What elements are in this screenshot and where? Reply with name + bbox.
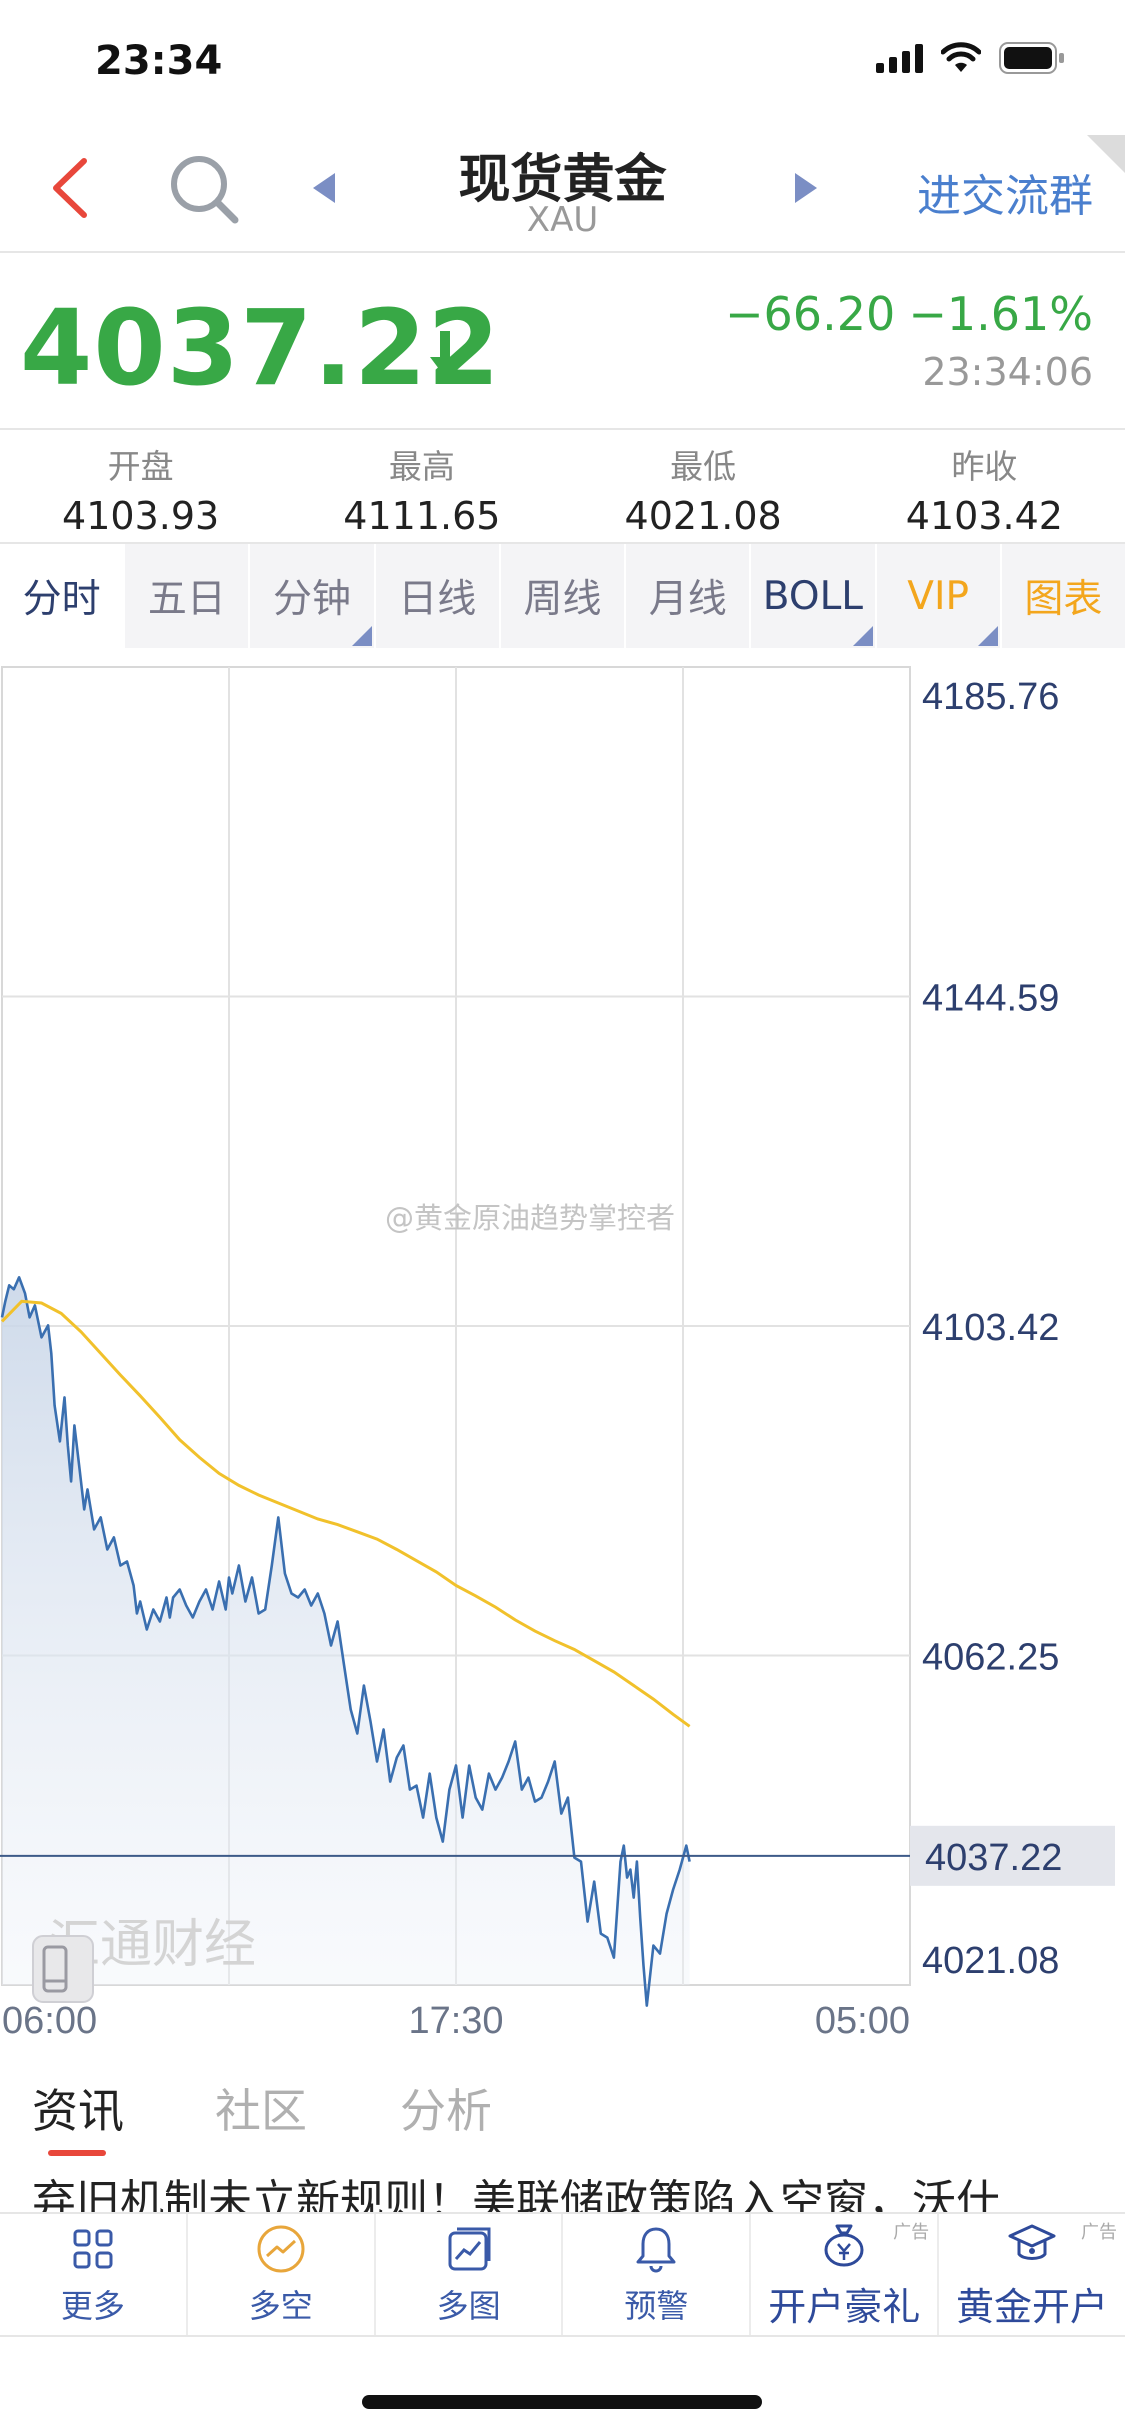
prev-symbol-icon[interactable] xyxy=(305,163,345,213)
cellular-signal-icon xyxy=(876,43,923,73)
battery-icon xyxy=(999,42,1064,74)
news-tabs: 资讯 社区 分析 xyxy=(0,2075,1125,2156)
next-symbol-icon[interactable] xyxy=(785,163,825,213)
toolbar-label: 预警 xyxy=(624,2286,689,2325)
quote-time: 23:34:06 xyxy=(922,350,1093,394)
stat-value: 4103.42 xyxy=(905,494,1063,538)
ad-label: 广告 xyxy=(893,2222,930,2243)
join-group-link[interactable]: 进交流群 xyxy=(917,160,1093,224)
toolbar-gold-account-button[interactable]: 广告 黄金开户 xyxy=(939,2214,1125,2335)
weibo-watermark: @黄金原油趋势掌控者 xyxy=(385,1201,676,1235)
stat-high: 最高 4111.65 xyxy=(281,432,562,542)
down-arrow-icon xyxy=(430,331,460,377)
toolbar-account-gift-button[interactable]: 广告 开户豪礼 xyxy=(751,2214,940,2335)
ad-label: 广告 xyxy=(1080,2222,1117,2243)
toolbar-multi-chart-button[interactable]: 多图 xyxy=(376,2214,564,2335)
x-tick-label: 17:30 xyxy=(408,2000,503,2035)
nav-bar: 现货黄金 XAU 进交流群 xyxy=(0,125,1125,253)
bell-icon xyxy=(636,2227,676,2272)
tab-analysis[interactable]: 分析 xyxy=(400,2075,492,2141)
toolbar-alert-button[interactable]: 预警 xyxy=(563,2214,752,2335)
price-change-percent: −1.61% xyxy=(908,287,1093,341)
dropdown-corner-icon xyxy=(852,626,873,646)
price-area xyxy=(2,1277,690,2006)
tab-label: VIP xyxy=(907,573,969,619)
toolbar-bull-bear-button[interactable]: 多空 xyxy=(188,2214,376,2335)
tab-vip[interactable]: VIP xyxy=(876,544,1002,648)
stat-value: 4103.93 xyxy=(62,494,220,538)
back-icon[interactable] xyxy=(42,153,102,223)
intraday-chart[interactable]: 4185.76 4144.59 4103.42 4062.25 4021.08 06:00… xyxy=(0,665,1125,2035)
y-tick-label: 4144.59 xyxy=(922,978,1059,1020)
symbol-code: XAU xyxy=(526,200,599,240)
toolbar-label: 黄金开户 xyxy=(956,2285,1109,2329)
stat-label: 开盘 xyxy=(107,447,174,486)
stat-open: 开盘 4103.93 xyxy=(0,432,281,542)
toolbar-label: 更多 xyxy=(60,2286,125,2325)
y-tick-label: 4185.76 xyxy=(922,676,1059,718)
stat-low: 最低 4021.08 xyxy=(563,432,844,542)
chart-canvas: 4185.76 4144.59 4103.42 4062.25 4021.08 06:00… xyxy=(0,666,1115,2035)
chart-period-tabs: 分时 五日 分钟 日线 周线 月线 BOLL VIP 图表 xyxy=(0,544,1125,648)
current-price-tag: 4037.22 xyxy=(925,1837,1062,1879)
stat-label: 昨收 xyxy=(951,447,1018,486)
dropdown-corner-icon xyxy=(351,626,372,646)
y-tick-label: 4062.25 xyxy=(922,1637,1059,1679)
trend-circle-icon xyxy=(257,2225,305,2272)
dropdown-corner-icon xyxy=(977,626,998,646)
calculator-icon[interactable] xyxy=(30,1933,96,2005)
price-change: −66.20 xyxy=(725,287,896,341)
tab-label: BOLL xyxy=(762,573,864,619)
search-icon[interactable] xyxy=(165,150,245,230)
stat-value: 4021.08 xyxy=(624,494,782,538)
toolbar-more-button[interactable]: 更多 xyxy=(0,2214,188,2335)
tab-intraday[interactable]: 分时 xyxy=(0,544,126,648)
y-tick-label: 4021.08 xyxy=(922,1940,1059,1982)
stat-prev-close: 昨收 4103.42 xyxy=(844,432,1125,542)
x-tick-label: 06:00 xyxy=(2,2000,97,2035)
tab-monthly[interactable]: 月线 xyxy=(626,544,752,648)
wifi-icon xyxy=(941,42,981,72)
news-headline[interactable]: 弃旧机制未立新规则！美联储政策陷入空窗，沃什 xyxy=(32,2165,1092,2215)
chart-card-icon xyxy=(448,2227,491,2270)
x-tick-label: 05:00 xyxy=(815,2000,910,2035)
tab-daily[interactable]: 日线 xyxy=(375,544,501,648)
y-tick-label: 4103.42 xyxy=(922,1307,1059,1349)
home-indicator xyxy=(362,2395,762,2409)
tab-minute[interactable]: 分钟 xyxy=(250,544,376,648)
ad-corner-badge xyxy=(1087,135,1125,173)
active-tab-indicator xyxy=(48,2150,106,2156)
toolbar-label: 多空 xyxy=(248,2286,313,2325)
stat-label: 最高 xyxy=(388,447,455,486)
money-bag-icon xyxy=(824,2224,864,2267)
tab-weekly[interactable]: 周线 xyxy=(500,544,627,648)
stats-row: 开盘 4103.93 最高 4111.65 最低 4021.08 昨收 4103… xyxy=(0,432,1125,544)
bottom-toolbar: 更多 多空 多图 预警 广告 开户豪礼 广告 黄金开户 xyxy=(0,2212,1125,2337)
graduation-cap-icon xyxy=(1008,2224,1056,2260)
toolbar-label: 开户豪礼 xyxy=(768,2285,921,2329)
toolbar-label: 多图 xyxy=(436,2286,501,2325)
stat-label: 最低 xyxy=(670,447,737,486)
tab-label: 分钟 xyxy=(273,577,352,622)
status-time: 23:34 xyxy=(95,38,223,84)
tab-five-day[interactable]: 五日 xyxy=(125,544,251,648)
grid-icon xyxy=(73,2229,113,2268)
tab-chart-type[interactable]: 图表 xyxy=(1001,544,1125,648)
tab-boll[interactable]: BOLL xyxy=(751,544,877,648)
stat-value: 4111.65 xyxy=(343,494,501,538)
tab-community[interactable]: 社区 xyxy=(215,2075,307,2141)
quote-panel: 4037.22 −66.20 −1.61% 23:34:06 xyxy=(0,255,1125,430)
status-icons xyxy=(876,42,1065,74)
status-bar: 23:34 xyxy=(0,0,1125,120)
tab-news[interactable]: 资讯 xyxy=(32,2075,124,2141)
